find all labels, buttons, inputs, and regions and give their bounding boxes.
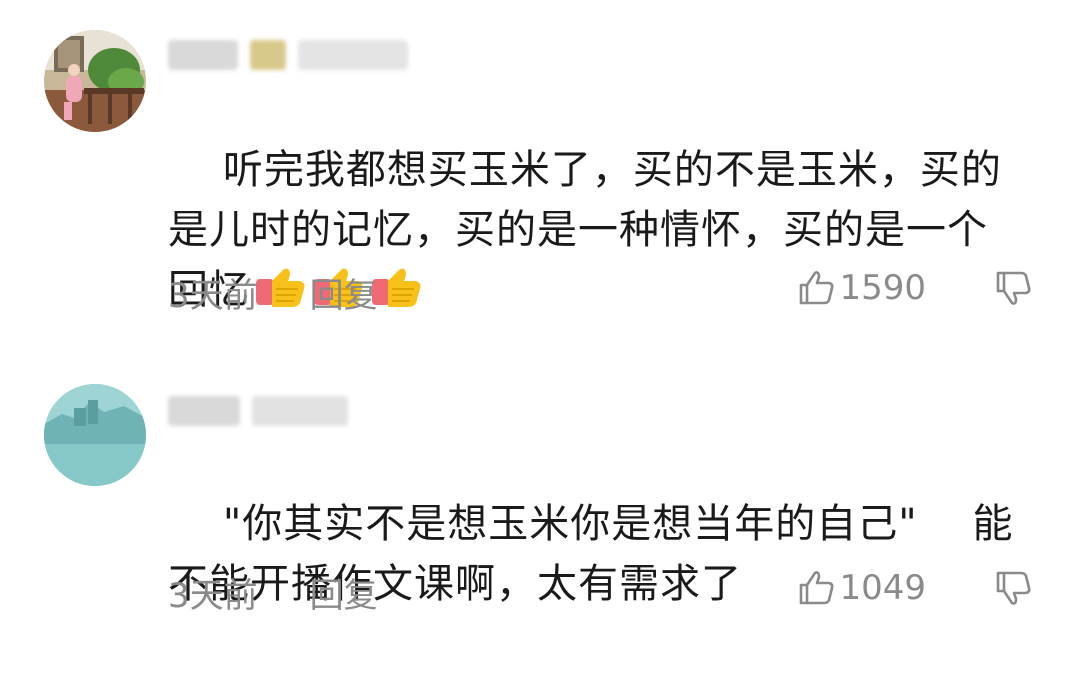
thumbs-down-icon[interactable]	[994, 569, 1032, 607]
username-blurred[interactable]	[168, 34, 408, 76]
like-button[interactable]: 1049	[797, 568, 926, 608]
blurred-name-segment	[252, 396, 348, 426]
avatar[interactable]	[44, 384, 146, 486]
like-count: 1590	[839, 268, 926, 308]
comment-item: 听完我都想买玉米了，买的不是玉米，买的是儿时的记忆，买的是一种情怀，买的是一个回…	[0, 28, 1080, 328]
reply-button[interactable]: 回复	[310, 268, 378, 317]
avatar-photo	[44, 384, 146, 486]
like-button[interactable]: 1590	[797, 268, 926, 308]
comment-actions: 1049	[797, 568, 1032, 608]
timestamp: 3天前	[168, 576, 258, 616]
comment-meta: 3天前 回复	[168, 268, 378, 317]
thumbs-up-emoji-icon	[372, 268, 421, 307]
timestamp: 3天前	[168, 276, 258, 316]
blurred-name-segment	[250, 40, 286, 70]
thumbs-up-icon	[800, 271, 834, 305]
blurred-name-segment	[168, 40, 238, 70]
blurred-name-segment	[168, 396, 240, 426]
comment-item: "你其实不是想玉米你是想当年的自己" 能不能开播作文课啊，太有需求了 3天前 回…	[0, 382, 1080, 642]
comment-actions: 1590	[797, 268, 1032, 308]
thumbs-down-icon[interactable]	[994, 269, 1032, 307]
avatar[interactable]	[44, 30, 146, 132]
avatar-photo	[44, 30, 146, 132]
username-blurred[interactable]	[168, 390, 348, 432]
comment-text: 听完我都想买玉米了，买的不是玉米，买的是儿时的记忆，买的是一种情怀，买的是一个回…	[168, 80, 1028, 380]
blurred-name-segment	[298, 40, 408, 70]
comment-text: "你其实不是想玉米你是想当年的自己" 能不能开播作文课啊，太有需求了	[168, 434, 1028, 674]
reply-button[interactable]: 回复	[310, 568, 378, 617]
thumbs-up-icon	[800, 571, 834, 605]
comment-meta: 3天前 回复	[168, 568, 378, 617]
like-count: 1049	[839, 568, 926, 608]
